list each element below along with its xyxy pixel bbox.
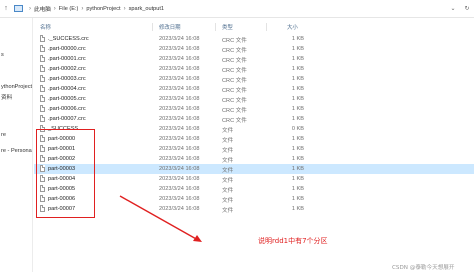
watermark: CSDN @泰勒今天想展开: [392, 265, 455, 271]
annotation-arrow-icon: [119, 195, 202, 242]
annotation-note: 说明rdd1中有7个分区: [258, 237, 328, 245]
